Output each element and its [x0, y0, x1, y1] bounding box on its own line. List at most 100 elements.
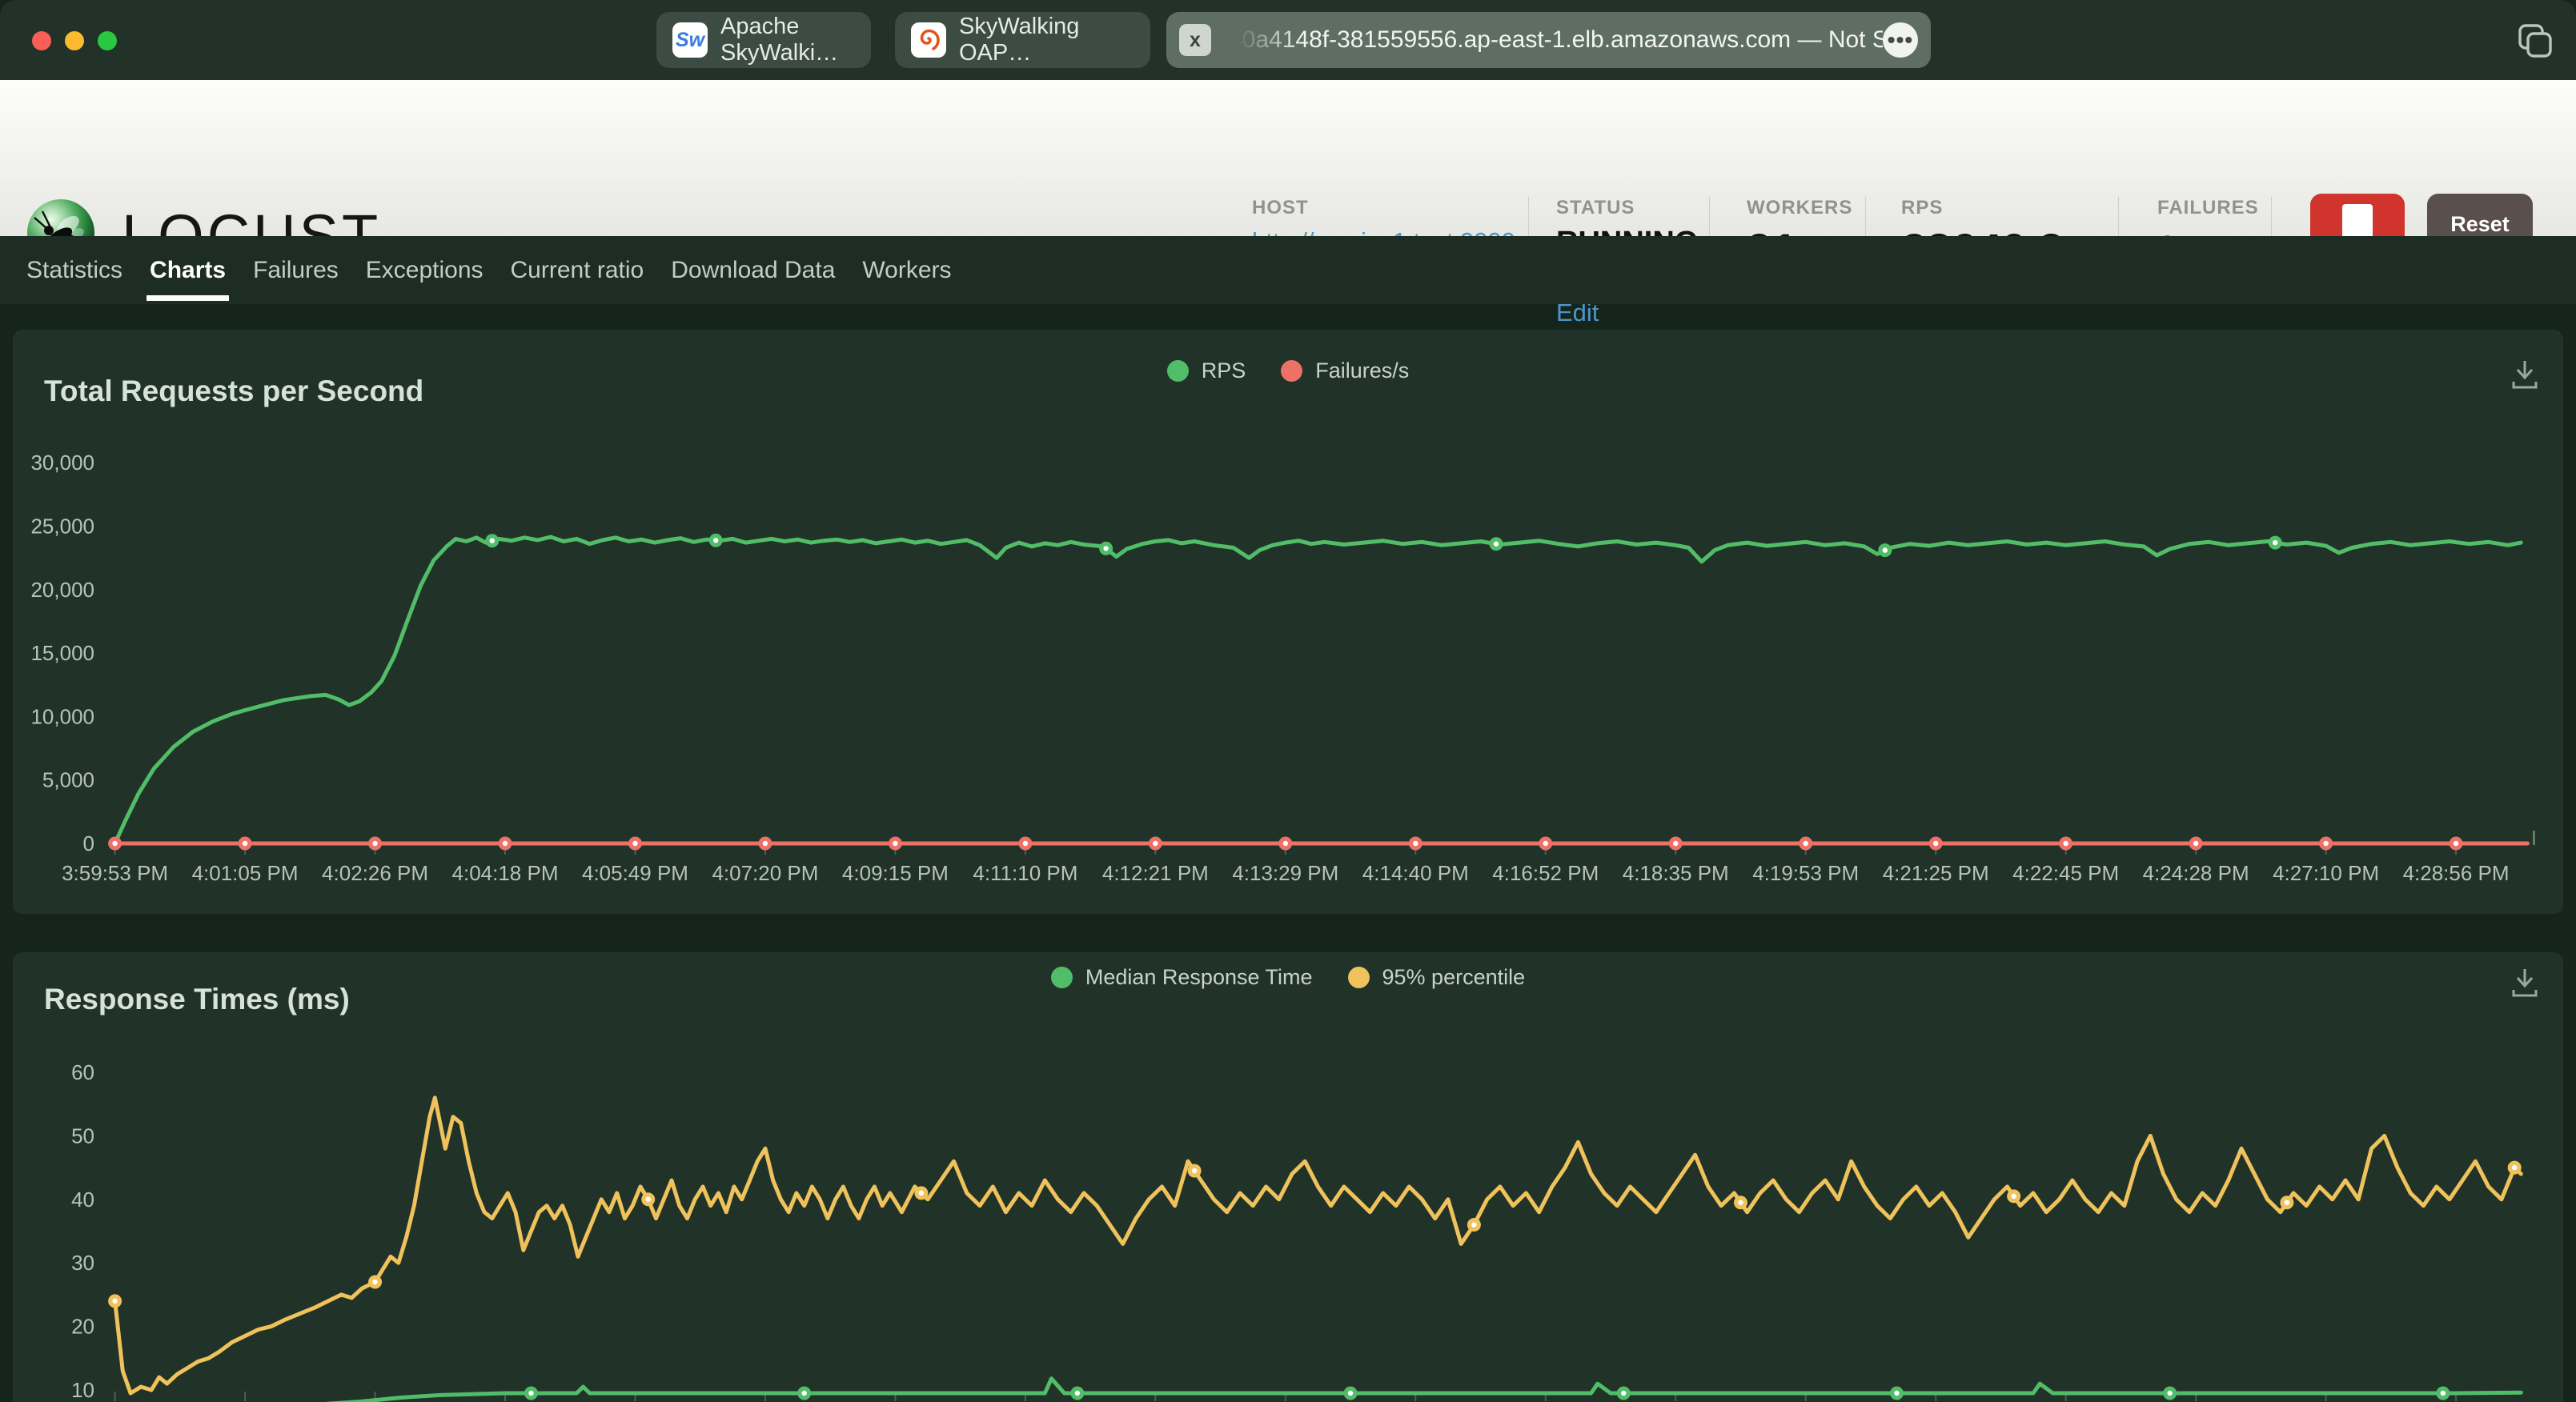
data-point-marker-center: [2323, 840, 2329, 847]
data-point-marker-center: [528, 1390, 534, 1396]
url-fade-overlay: [1229, 26, 1301, 54]
data-point-marker-center: [801, 1390, 807, 1396]
data-point-marker-center: [1621, 1390, 1627, 1396]
x-axis-label: 4:05:49 PM: [582, 861, 688, 885]
tab-exceptions[interactable]: Exceptions: [366, 236, 484, 304]
data-point-marker-center: [242, 840, 248, 847]
data-point-marker-center: [632, 840, 638, 847]
browser-titlebar: Sw Apache SkyWalki… SkyWalking OAP… x 40…: [0, 0, 2576, 80]
data-point-marker-center: [112, 1298, 118, 1304]
y-axis-label: 60: [71, 1060, 94, 1084]
data-point-marker-center: [1074, 1390, 1081, 1396]
skywalking-spiral-favicon-icon: [911, 22, 946, 58]
x-axis-label: 4:13:29 PM: [1232, 861, 1338, 885]
browser-tab-label: SkyWalking OAP…: [959, 14, 1080, 66]
reset-button-label-1: Reset: [2450, 211, 2510, 236]
data-point-marker-center: [1103, 546, 1109, 551]
data-point-marker-center: [2193, 840, 2199, 847]
data-point-marker-center: [2011, 1193, 2016, 1200]
address-bar-tab[interactable]: x 40a4148f-381559556.ap-east-1.elb.amazo…: [1166, 12, 1931, 68]
data-point-marker-center: [1471, 1222, 1477, 1228]
data-point-marker-center: [1894, 1390, 1900, 1396]
url-field[interactable]: 40a4148f-381559556.ap-east-1.elb.amazona…: [1229, 26, 1883, 54]
chart-panel-total-rps: RPS Failures/s Total Requests per Second…: [13, 330, 2563, 914]
browser-window: Sw Apache SkyWalki… SkyWalking OAP… x 40…: [0, 0, 2576, 1402]
y-axis-label: 10: [71, 1378, 94, 1402]
data-point-marker-center: [1347, 1390, 1354, 1396]
skywalking-sw-favicon-icon: Sw: [672, 22, 708, 58]
tab-failures[interactable]: Failures: [253, 236, 339, 304]
stat-label: HOST: [1252, 197, 1309, 218]
y-axis-label: 40: [71, 1188, 94, 1212]
x-axis-label: 4:21:25 PM: [1883, 861, 1989, 885]
data-point-marker-center: [1543, 840, 1548, 847]
data-point-marker-center: [2440, 1390, 2446, 1396]
x-axis-label: 4:14:40 PM: [1362, 861, 1469, 885]
data-point-marker-center: [1803, 840, 1808, 847]
tab-charts[interactable]: Charts: [146, 236, 230, 304]
browser-tab-skywalking-oap[interactable]: SkyWalking OAP…: [895, 12, 1150, 68]
data-point-marker-center: [893, 840, 898, 847]
page-favicon-x-icon: x: [1179, 24, 1211, 56]
data-point-marker-center: [1191, 1168, 1198, 1174]
data-point-marker-center: [112, 840, 118, 847]
data-point-marker-center: [1932, 840, 1939, 847]
data-point-marker-center: [2284, 1200, 2290, 1205]
y-axis-label: 50: [71, 1124, 94, 1148]
y-axis-label: 5,000: [42, 768, 94, 792]
app-header: LOCUST HOST http://service1.test:9999 ST…: [0, 80, 2576, 326]
url-text: 40a4148f-381559556.ap-east-1.elb.amazona…: [1229, 26, 1883, 53]
data-point-marker-center: [713, 538, 719, 543]
stat-label: RPS: [1901, 197, 1944, 218]
x-axis-label: 4:27:10 PM: [2273, 861, 2379, 885]
y-axis-label: 30,000: [30, 451, 94, 475]
minimize-window-button[interactable]: [65, 31, 84, 50]
close-window-button[interactable]: [32, 31, 51, 50]
tab-workers[interactable]: Workers: [862, 236, 951, 304]
x-axis-label: 4:22:45 PM: [2012, 861, 2119, 885]
data-point-marker-center: [2511, 1164, 2518, 1171]
x-axis-label: 4:09:15 PM: [842, 861, 949, 885]
data-point-marker-center: [1153, 840, 1158, 847]
y-axis-label: 25,000: [30, 515, 94, 539]
zoom-window-button[interactable]: [98, 31, 117, 50]
y-axis-label: 20: [71, 1315, 94, 1339]
tab-download-data[interactable]: Download Data: [671, 236, 835, 304]
page-options-ellipsis-icon[interactable]: •••: [1883, 22, 1918, 58]
rps-chart-canvas[interactable]: 0 5,000 10,000 15,000 20,000 25,000 30,000 3:59…: [13, 330, 2563, 914]
data-point-marker-center: [2167, 1390, 2173, 1396]
stat-label: WORKERS: [1747, 197, 1853, 218]
tab-overview-icon[interactable]: [2510, 21, 2555, 66]
x-axis-label: 3:59:53 PM: [62, 861, 168, 885]
data-point-marker-center: [372, 840, 378, 847]
series-line-95-percentile: [113, 1096, 2523, 1396]
x-axis-label: 4:24:28 PM: [2143, 861, 2249, 885]
browser-tab-label: Apache SkyWalki…: [720, 14, 839, 66]
x-axis-label: 4:18:35 PM: [1623, 861, 1729, 885]
data-point-marker-center: [2273, 539, 2278, 546]
data-point-marker-center: [1882, 547, 1888, 553]
y-axis-label: 15,000: [30, 641, 94, 665]
series-line-median-response-time: [324, 1376, 2523, 1402]
stat-label: STATUS: [1556, 197, 1635, 218]
data-point-marker-center: [2063, 840, 2068, 847]
x-axis-label: 4:19:53 PM: [1752, 861, 1859, 885]
series-line-rps: [113, 535, 2523, 846]
data-point-marker-center: [762, 840, 768, 847]
main-nav: Statistics Charts Failures Exceptions Cu…: [0, 236, 2576, 304]
data-point-marker-center: [1413, 840, 1418, 847]
data-point-marker-center: [645, 1196, 651, 1202]
response-times-chart-canvas[interactable]: 10 20 30 40 50 60: [13, 952, 2563, 1402]
browser-tab-apache-skywalking[interactable]: Sw Apache SkyWalki…: [656, 12, 871, 68]
x-axis-label: 4:28:56 PM: [2403, 861, 2510, 885]
data-point-marker-center: [1493, 541, 1499, 547]
data-point-marker-center: [1282, 840, 1289, 847]
x-axis-label: 4:04:18 PM: [452, 861, 559, 885]
stat-label: FAILURES: [2157, 197, 2259, 218]
tab-statistics[interactable]: Statistics: [26, 236, 122, 304]
x-axis-label: 4:11:10 PM: [973, 861, 1077, 885]
tab-current-ratio[interactable]: Current ratio: [511, 236, 644, 304]
data-point-marker-center: [2453, 840, 2459, 847]
y-axis-label: 20,000: [30, 578, 94, 602]
data-point-marker-center: [918, 1190, 925, 1196]
